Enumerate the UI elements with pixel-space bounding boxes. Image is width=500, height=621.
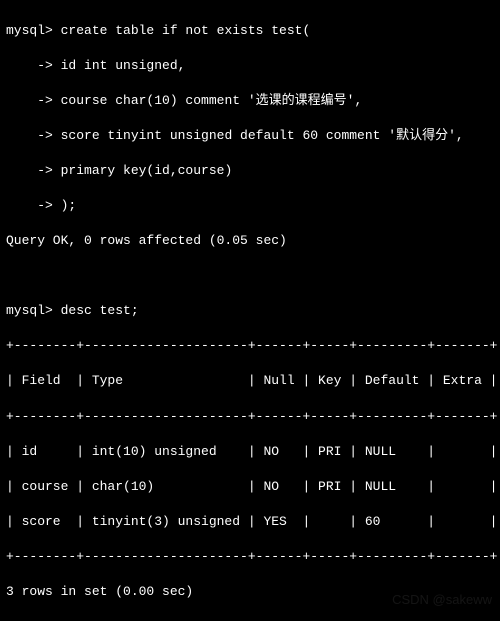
table-border: +--------+---------------------+------+-… xyxy=(6,409,497,424)
table-row: | score | tinyint(3) unsigned | YES | | … xyxy=(6,514,497,529)
prompt-line: mysql> create table if not exists test( xyxy=(6,23,310,38)
table-border: +--------+---------------------+------+-… xyxy=(6,338,497,353)
table-header: | Field | Type | Null | Key | Default | … xyxy=(6,373,497,388)
table-row: | course | char(10) | NO | PRI | NULL | … xyxy=(6,479,497,494)
cont-line: -> id int unsigned, xyxy=(6,58,185,73)
terminal-output[interactable]: mysql> create table if not exists test( … xyxy=(0,0,500,621)
cont-line: -> ); xyxy=(6,198,76,213)
cont-line: -> score tinyint unsigned default 60 com… xyxy=(6,128,464,143)
cont-line: -> primary key(id,course) xyxy=(6,163,232,178)
table-row: | id | int(10) unsigned | NO | PRI | NUL… xyxy=(6,444,497,459)
prompt-line: mysql> desc test; xyxy=(6,303,139,318)
result-line: Query OK, 0 rows affected (0.05 sec) xyxy=(6,233,287,248)
cont-line: -> course char(10) comment '选课的课程编号', xyxy=(6,93,362,108)
result-line: 3 rows in set (0.00 sec) xyxy=(6,584,193,599)
table-border: +--------+---------------------+------+-… xyxy=(6,549,497,564)
